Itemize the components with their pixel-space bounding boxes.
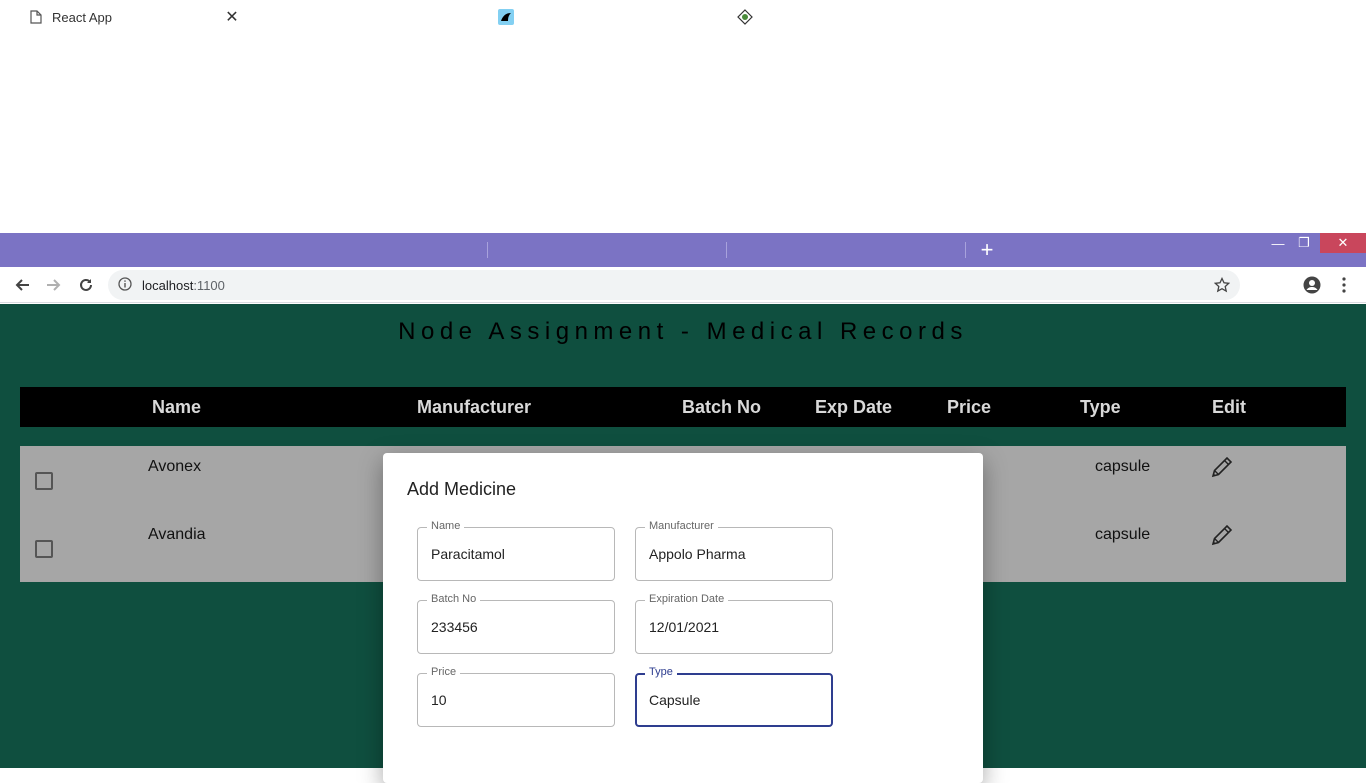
row-checkbox[interactable] (35, 472, 53, 490)
dialog-title: Add Medicine (407, 479, 517, 499)
field-label: Batch No (427, 593, 481, 605)
mdn-icon (498, 9, 514, 25)
tab-separator (965, 242, 966, 258)
tab-security-error[interactable]: Security error ✕ (248, 0, 486, 34)
expiration-date-field[interactable]: Expiration Date (635, 593, 833, 654)
tab-response-status[interactable]: Response.status - Web APIs | MD ✕ (488, 0, 726, 34)
close-icon[interactable]: ✕ (939, 7, 959, 27)
site-icon (737, 9, 753, 25)
reload-button[interactable] (76, 275, 96, 295)
cell-type: capsule (1095, 458, 1151, 475)
address-bar[interactable]: localhost:1100 (108, 270, 1240, 300)
back-button[interactable] (12, 275, 32, 295)
field-label: Type (645, 666, 677, 678)
close-icon[interactable]: ✕ (460, 7, 480, 27)
restore-button[interactable]: ❐ (1292, 233, 1316, 253)
page-title: Node Assignment - Medical Records (398, 318, 968, 345)
table-header: Name Manufacturer Batch No Exp Date Pric… (20, 387, 1346, 427)
minimize-button[interactable]: — (1266, 233, 1290, 253)
price-input[interactable] (431, 690, 601, 710)
tab-separator (726, 242, 727, 258)
batch-no-input[interactable] (431, 617, 601, 637)
row-checkbox[interactable] (35, 540, 53, 558)
close-window-button[interactable]: ✕ (1320, 233, 1366, 253)
manufacturer-input[interactable] (649, 544, 819, 564)
tab-title: Security error (259, 9, 338, 25)
price-field[interactable]: Price (417, 666, 615, 727)
cell-name: Avandia (148, 526, 206, 543)
expiration-date-input[interactable] (649, 617, 819, 637)
page-icon (28, 9, 44, 25)
name-field[interactable]: Name (417, 520, 615, 581)
new-tab-button[interactable]: + (976, 237, 998, 262)
url-port: :1100 (193, 277, 225, 293)
field-label: Expiration Date (645, 593, 729, 605)
info-icon[interactable] (118, 277, 134, 293)
type-input[interactable] (649, 690, 819, 710)
tab-title: React App (52, 9, 112, 25)
profile-icon[interactable] (1302, 275, 1322, 295)
tab-nodejs-response[interactable]: Node.js Response Object ✕ (727, 0, 965, 34)
forward-button[interactable] (44, 275, 64, 295)
url-text: localhost:1100 (142, 278, 225, 293)
batch-no-field[interactable]: Batch No (417, 593, 615, 654)
manufacturer-field[interactable]: Manufacturer (635, 520, 833, 581)
cell-name: Avonex (148, 458, 202, 475)
edit-pencil-icon[interactable] (1209, 454, 1235, 480)
tab-separator (487, 242, 488, 258)
bookmark-star-icon[interactable] (1213, 276, 1231, 293)
menu-icon[interactable] (1334, 275, 1354, 295)
tab-title: Response.status - Web APIs | MD (522, 9, 700, 25)
cell-type: capsule (1095, 526, 1151, 543)
header-name: Name (152, 397, 202, 417)
tab-title: Node.js Response Object (761, 9, 909, 25)
type-field[interactable]: Type (635, 666, 833, 727)
header-price: Price (947, 397, 992, 417)
tab-strip (0, 233, 1366, 267)
header-batch-no: Batch No (682, 397, 762, 417)
header-edit: Edit (1212, 397, 1246, 417)
close-icon[interactable]: ✕ (222, 7, 242, 27)
name-input[interactable] (431, 544, 601, 564)
field-label: Price (427, 666, 461, 678)
close-icon[interactable]: ✕ (700, 7, 720, 27)
field-label: Manufacturer (645, 520, 718, 532)
add-medicine-dialog: Add Medicine Name Manufacturer Batch No … (383, 453, 983, 783)
tab-react-app[interactable]: React App ✕ (8, 0, 248, 34)
url-host: localhost (142, 277, 194, 293)
field-label: Name (427, 520, 465, 532)
browser-toolbar: localhost:1100 (0, 267, 1366, 303)
edit-pencil-icon[interactable] (1209, 522, 1235, 548)
blank-area (0, 0, 1366, 233)
header-type: Type (1080, 397, 1121, 417)
header-exp-date: Exp Date (815, 397, 893, 417)
header-manufacturer: Manufacturer (417, 397, 532, 417)
